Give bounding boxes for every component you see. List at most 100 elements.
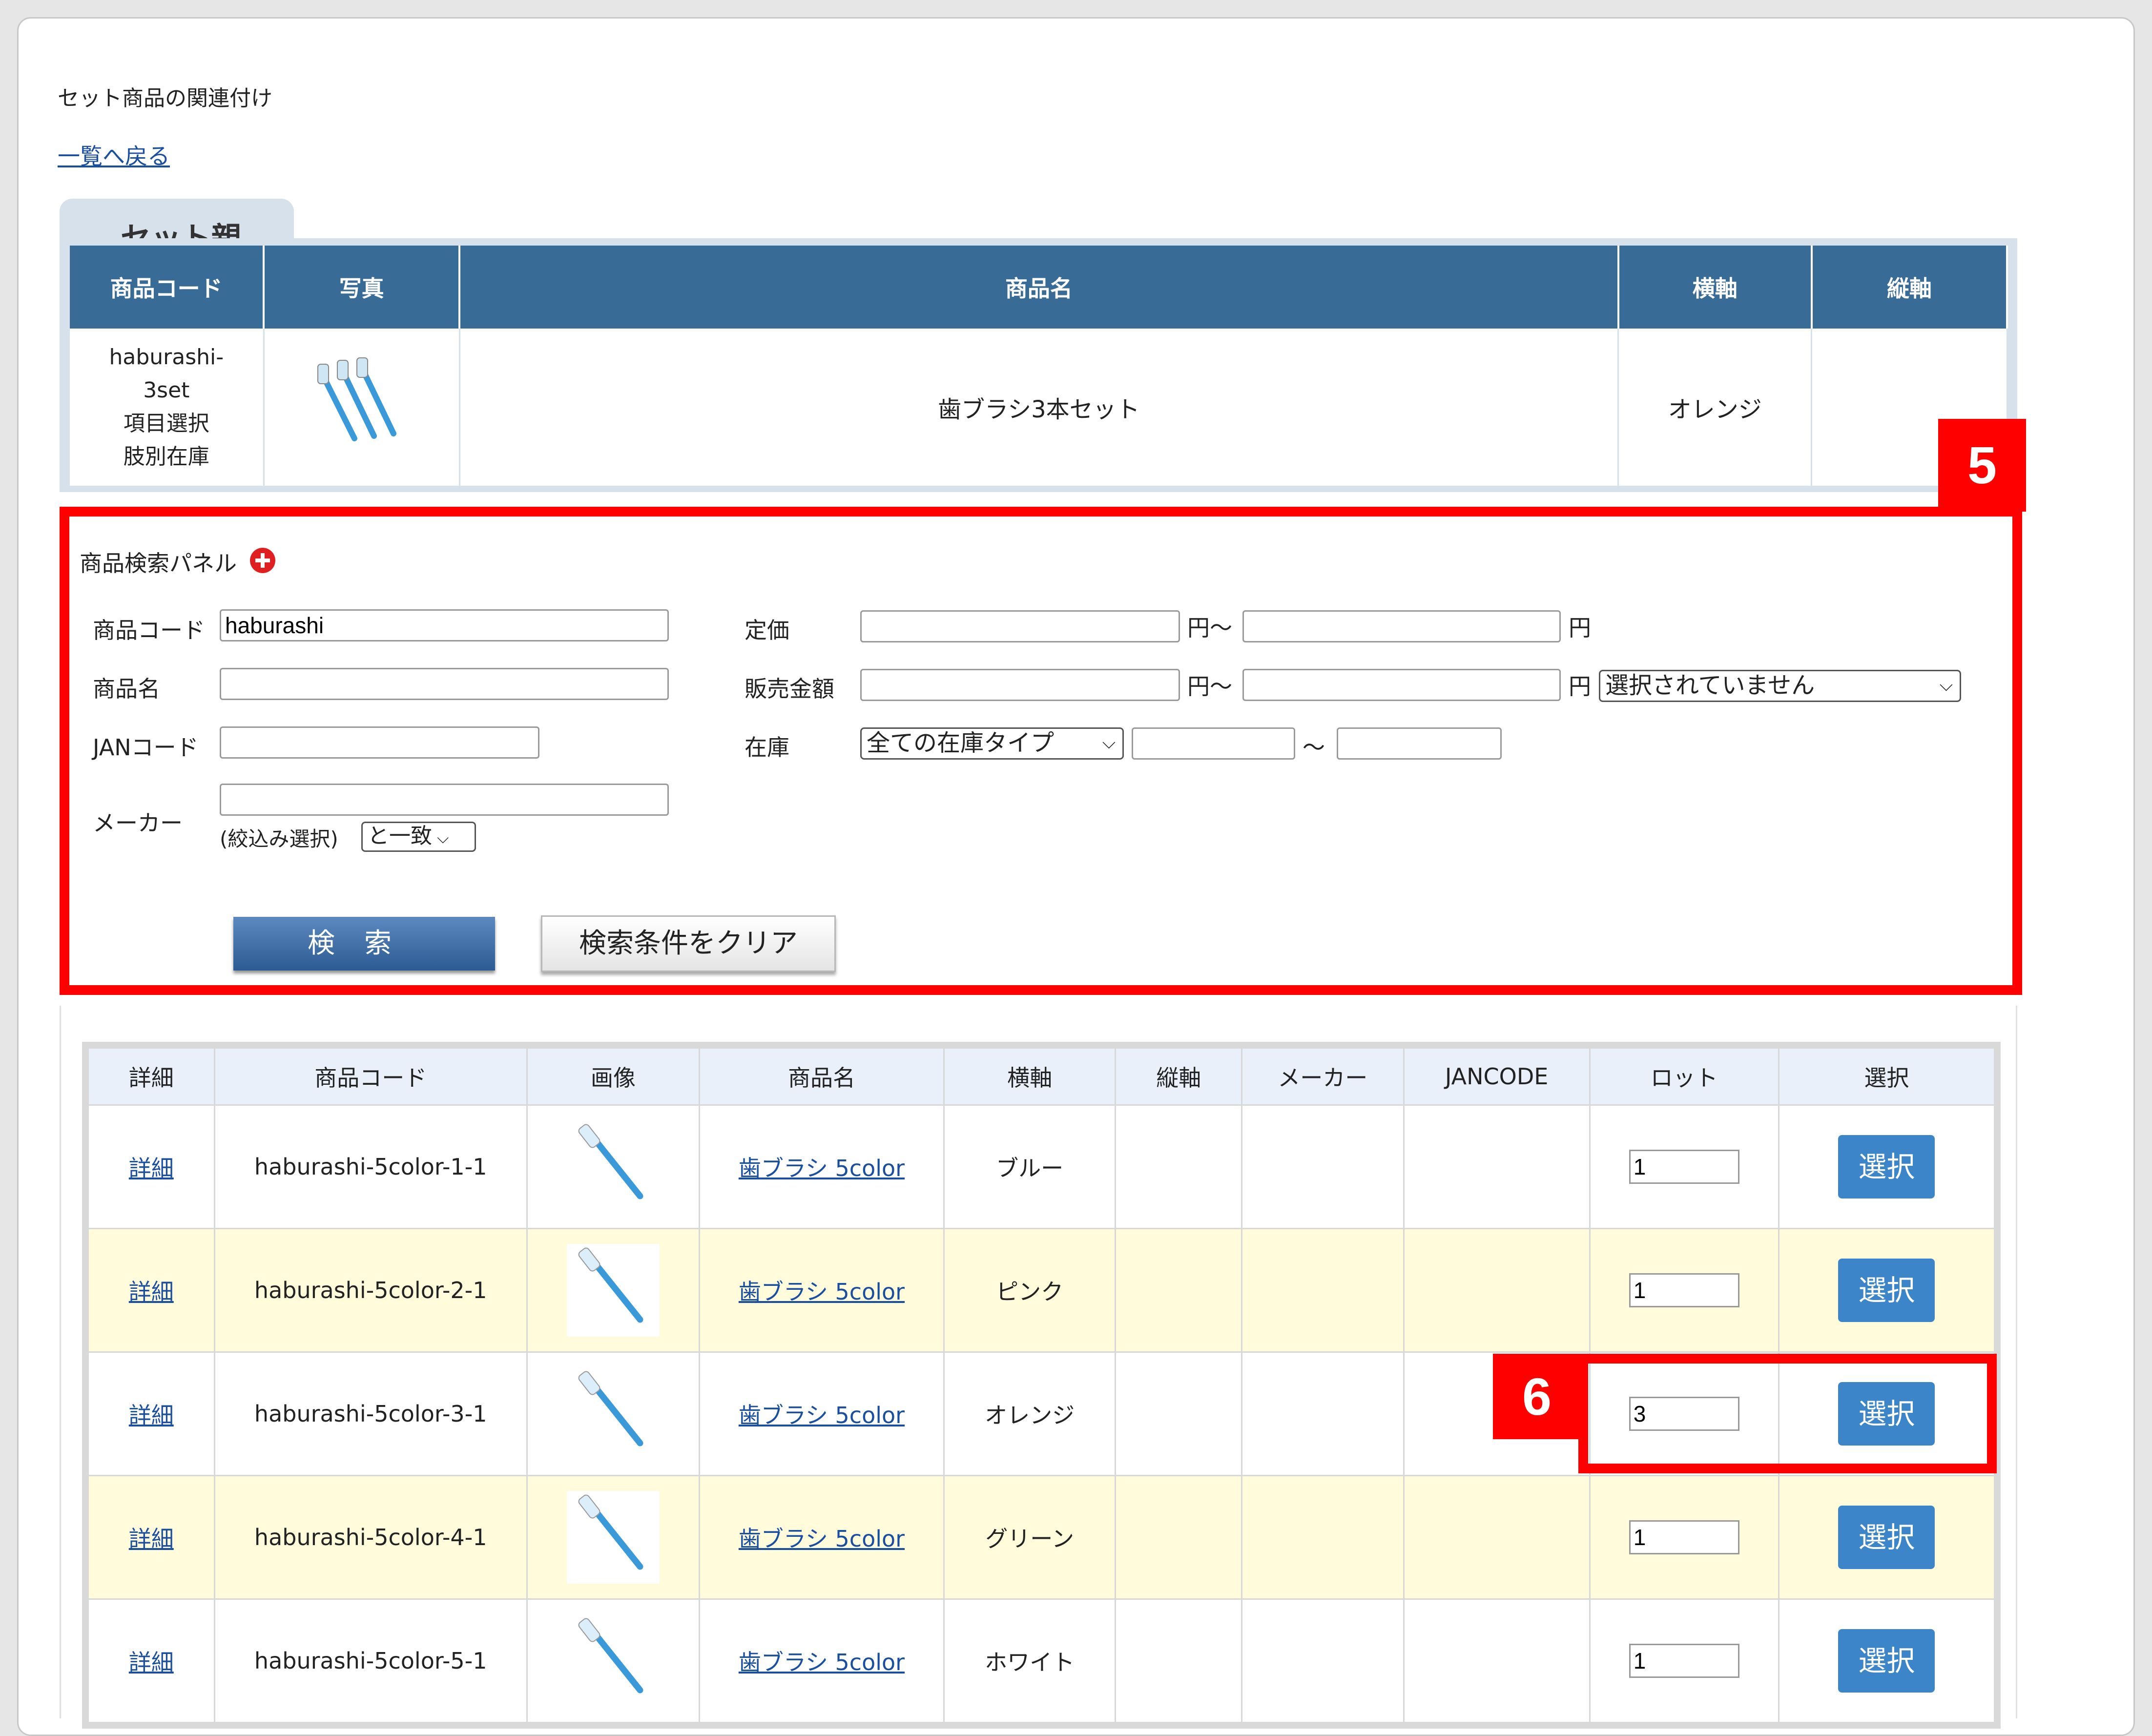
select-button[interactable]: 選択 <box>1838 1506 1935 1569</box>
lot-input[interactable] <box>1629 1644 1739 1678</box>
lot-input[interactable] <box>1629 1273 1739 1307</box>
product-name-input[interactable] <box>220 668 669 700</box>
sale-price-type-select[interactable]: 選択されていません ⌵ <box>1599 670 1961 702</box>
product-name-link[interactable]: 歯ブラシ 5color <box>739 1155 905 1181</box>
match-type-select[interactable]: と一致 ⌵ <box>361 822 476 852</box>
horizontal-cell: ホワイト <box>943 1598 1117 1726</box>
detail-cell: 詳細 <box>84 1351 215 1476</box>
detail-cell: 詳細 <box>84 1475 215 1600</box>
col-product-name: 商品名 <box>459 246 1619 329</box>
jancode-cell <box>1403 1228 1591 1353</box>
image-cell <box>526 1475 701 1600</box>
select-button[interactable]: 選択 <box>1838 1259 1935 1322</box>
col-maker: メーカー <box>1241 1044 1405 1106</box>
detail-cell: 詳細 <box>84 1598 215 1726</box>
plus-circle-icon[interactable] <box>249 547 276 574</box>
lot-select-highlight <box>1578 1354 1997 1473</box>
parent-product-name: 歯ブラシ3本セット <box>459 329 1619 486</box>
back-to-list-link[interactable]: 一覧へ戻る <box>58 139 170 171</box>
chevron-down-icon: ⌵ <box>1102 733 1116 753</box>
product-name-link[interactable]: 歯ブラシ 5color <box>739 1526 905 1552</box>
image-cell <box>526 1351 701 1476</box>
code-line: 項目選択 <box>123 411 209 436</box>
stock-max-input[interactable] <box>1337 727 1502 760</box>
search-button[interactable]: 検索 <box>233 917 495 971</box>
select-cell: 選択 <box>1778 1228 1998 1353</box>
maker-input[interactable] <box>220 784 669 816</box>
col-detail: 詳細 <box>84 1044 215 1106</box>
product-code-cell: haburashi-5color-2-1 <box>213 1228 528 1353</box>
filter-select-label: (絞込み選択) <box>220 827 338 851</box>
product-name-cell: 歯ブラシ 5color <box>699 1104 945 1229</box>
horizontal-cell: ブルー <box>943 1104 1117 1229</box>
code-line: 3set <box>143 378 190 403</box>
detail-link[interactable]: 詳細 <box>129 1279 174 1305</box>
list-price-max-input[interactable] <box>1242 610 1561 642</box>
search-panel-title: 商品検索パネル <box>80 550 237 577</box>
product-code-cell: haburashi-5color-4-1 <box>213 1475 528 1600</box>
col-jancode: JANCODE <box>1403 1044 1591 1106</box>
sale-price-min-input[interactable] <box>860 669 1180 701</box>
lot-cell <box>1589 1598 1780 1726</box>
product-name-link[interactable]: 歯ブラシ 5color <box>739 1649 905 1675</box>
lot-input[interactable] <box>1629 1520 1739 1554</box>
jan-code-label: JANコード <box>93 734 199 761</box>
detail-link[interactable]: 詳細 <box>129 1402 174 1428</box>
maker-cell <box>1241 1475 1405 1600</box>
table-row: 詳細 haburashi-5color-5-1 歯ブラシ 5color ホワイト 選択 <box>84 1598 1998 1726</box>
vertical-cell <box>1115 1104 1242 1229</box>
match-type-value: と一致 <box>368 824 432 848</box>
col-horizontal: 横軸 <box>943 1044 1117 1106</box>
toothbrush-icon <box>578 1371 643 1447</box>
lot-cell <box>1589 1228 1780 1353</box>
maker-label: メーカー <box>93 810 183 836</box>
image-cell <box>526 1598 701 1726</box>
col-horizontal: 横軸 <box>1618 246 1813 329</box>
stock-label: 在庫 <box>745 734 789 761</box>
select-cell: 選択 <box>1778 1475 1998 1600</box>
stock-type-select[interactable]: 全ての在庫タイプ ⌵ <box>860 727 1124 760</box>
image-cell <box>526 1104 701 1229</box>
vertical-cell <box>1115 1351 1242 1476</box>
product-image <box>567 1367 660 1460</box>
col-product-code: 商品コード <box>70 246 265 329</box>
product-name-cell: 歯ブラシ 5color <box>699 1598 945 1726</box>
horizontal-cell: ピンク <box>943 1228 1117 1353</box>
toothbrush-icon <box>578 1124 643 1199</box>
parent-photo <box>264 329 460 486</box>
product-name-link[interactable]: 歯ブラシ 5color <box>739 1402 905 1428</box>
clear-search-button[interactable]: 検索条件をクリア <box>541 915 836 972</box>
product-code-label: 商品コード <box>93 617 205 643</box>
lot-cell <box>1589 1104 1780 1229</box>
jancode-cell <box>1403 1475 1591 1600</box>
col-select: 選択 <box>1778 1044 1998 1106</box>
col-product-name: 商品名 <box>699 1044 945 1106</box>
detail-link[interactable]: 詳細 <box>129 1155 174 1181</box>
jancode-cell <box>1403 1598 1591 1726</box>
col-product-code: 商品コード <box>213 1044 528 1106</box>
product-name-label: 商品名 <box>93 676 160 702</box>
tilde-text: ～ <box>1303 734 1325 761</box>
product-name-link[interactable]: 歯ブラシ 5color <box>739 1279 905 1305</box>
list-price-min-input[interactable] <box>860 610 1180 642</box>
select-button[interactable]: 選択 <box>1838 1629 1935 1693</box>
yen-tilde-text: 円～ <box>1187 673 1232 700</box>
sale-price-max-input[interactable] <box>1242 669 1561 701</box>
page-title: セット商品の関連付け <box>58 86 272 111</box>
sale-price-type-value: 選択されていません <box>1605 672 1815 699</box>
select-button[interactable]: 選択 <box>1838 1135 1935 1199</box>
chevron-down-icon: ⌵ <box>1939 675 1953 695</box>
table-row: 詳細 haburashi-5color-1-1 歯ブラシ 5color ブルー 選択 <box>84 1104 1998 1229</box>
product-image <box>567 1244 660 1337</box>
product-image <box>567 1491 660 1584</box>
detail-link[interactable]: 詳細 <box>129 1526 174 1552</box>
parent-product-code: haburashi- 3set 項目選択 肢別在庫 <box>70 329 265 486</box>
jan-code-input[interactable] <box>220 726 539 759</box>
detail-link[interactable]: 詳細 <box>129 1649 174 1675</box>
product-name-cell: 歯ブラシ 5color <box>699 1228 945 1353</box>
chevron-down-icon: ⌵ <box>432 828 449 847</box>
product-code-input[interactable] <box>220 609 669 641</box>
stock-min-input[interactable] <box>1132 727 1295 760</box>
product-image <box>567 1614 660 1707</box>
lot-input[interactable] <box>1629 1150 1739 1184</box>
